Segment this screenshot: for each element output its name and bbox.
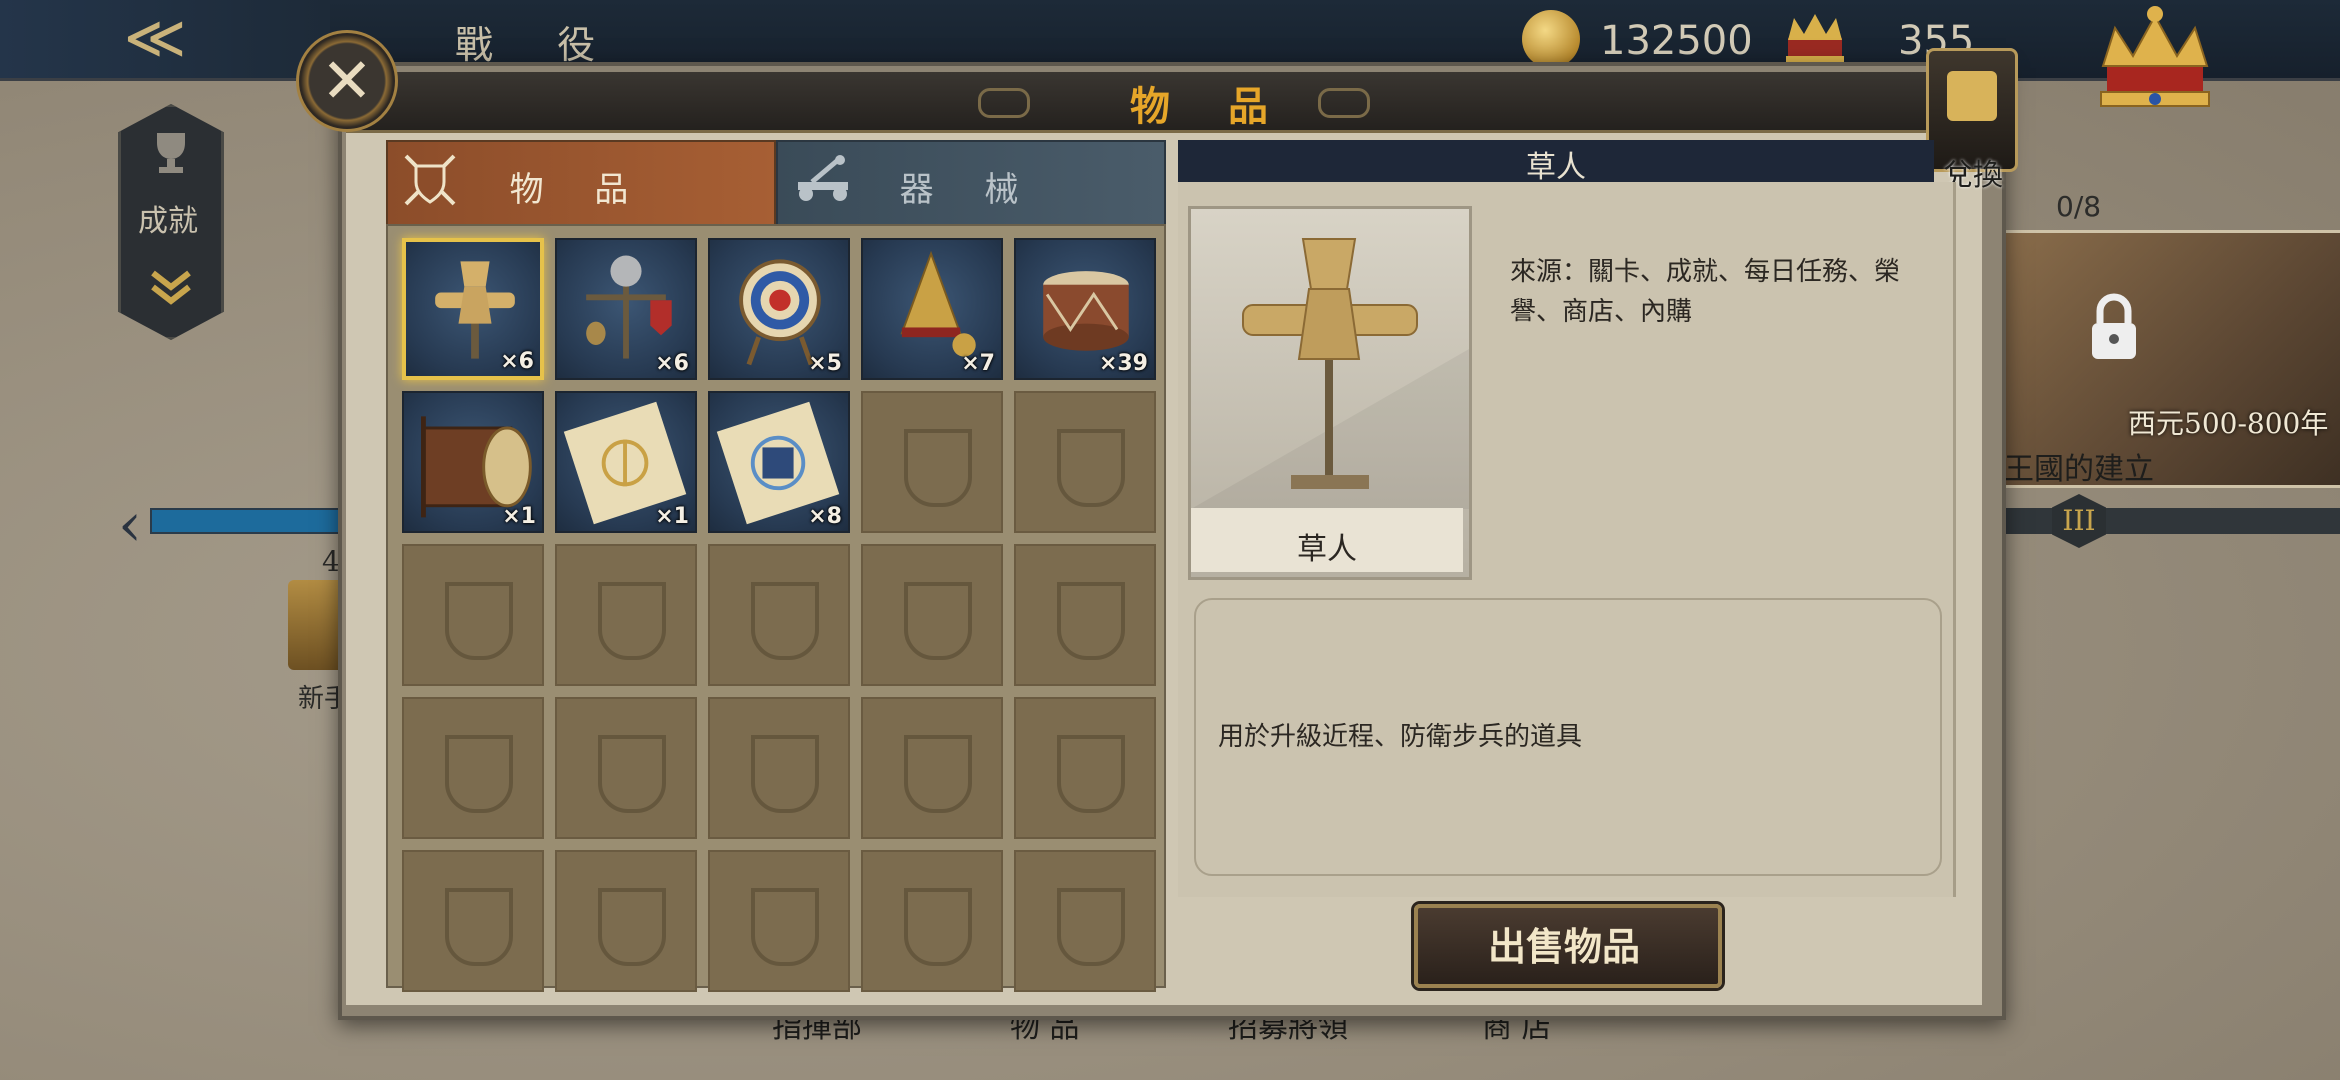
inventory-slot-empty [402,544,544,686]
inventory-slot-war-drum[interactable]: ×39 [1014,238,1156,380]
empty-shield-icon [598,888,666,966]
lock-icon [2092,293,2136,359]
inventory-slot-empty [402,850,544,992]
inventory-slot-empty [708,697,850,839]
inventory-slot-empty [1014,391,1156,533]
item-description: 用於升級近程、防衛步兵的道具 [1218,722,1583,752]
crown-icon [1786,14,1844,64]
empty-shield-icon [445,735,513,813]
inventory-slot-big-drum[interactable]: ×1 [402,391,544,533]
inventory-slot-empty [1014,850,1156,992]
inventory-slot-anchor-scroll[interactable]: ×1 [555,391,697,533]
inventory-slot-spiked-helmet[interactable]: ×7 [861,238,1003,380]
inventory-slot-empty [861,697,1003,839]
inventory-slot-armor-stand[interactable]: ×6 [555,238,697,380]
era-progress-bar [2000,508,2340,534]
empty-shield-icon [1057,888,1125,966]
achievements-label: 成就 [138,204,198,239]
empty-shield-icon [904,429,972,507]
empty-shield-icon [751,888,819,966]
item-quantity: ×8 [808,504,842,529]
detail-item-name: 草人 [1526,150,1586,185]
straw-dummy-icon [1191,238,1469,509]
modal-title: 物 品 [1130,83,1290,130]
header-ornament-icon [978,88,1030,118]
progress-bar [150,508,354,534]
inventory-slot-empty [708,850,850,992]
screen-title: 戰 役 [455,23,622,67]
item-quantity: ×7 [961,351,995,376]
portrait-name: 草人 [1297,532,1357,567]
era-years: 西元500-800年 [2128,407,2329,440]
inventory-slot-armor-scroll[interactable]: ×8 [708,391,850,533]
item-quantity: ×39 [1098,351,1148,376]
empty-shield-icon [1057,735,1125,813]
inventory-slot-archery-target[interactable]: ×5 [708,238,850,380]
gold-amount: 132500 [1600,18,1753,64]
empty-shield-icon [598,582,666,660]
item-quantity: ×6 [500,349,534,374]
left-arrow-icon[interactable]: ‹ [118,490,142,560]
empty-shield-icon [751,582,819,660]
inventory-slot-empty [861,850,1003,992]
puzzle-piece-icon [1947,71,1997,121]
empty-shield-icon [904,888,972,966]
stage-count: 0/8 [2056,190,2102,223]
inventory-grid: ×6 ×6 ×5 ×7 ×39 ×1 ×1 ×8 [386,224,1166,992]
inventory-slot-empty [402,697,544,839]
inventory-slot-empty [1014,697,1156,839]
inventory-slot-empty [861,391,1003,533]
item-quantity: ×6 [655,351,689,376]
empty-shield-icon [598,735,666,813]
tab-items-label: 物 品 [509,170,649,210]
inventory-slot-empty [555,850,697,992]
sell-item-label: 出售物品 [1487,924,1640,969]
empty-shield-icon [1057,582,1125,660]
gold-coin-icon [1522,10,1580,68]
item-quantity: ×1 [502,504,536,529]
inventory-slot-straw-dummy[interactable]: ×6 [402,238,544,380]
inventory-slot-empty [1014,544,1156,686]
empty-shield-icon [445,888,513,966]
empty-shield-icon [751,735,819,813]
empty-shield-icon [904,582,972,660]
close-button[interactable]: ✕ [296,30,398,132]
trophy-icon [157,133,185,173]
empty-shield-icon [1057,429,1125,507]
tab-machines-label: 器 械 [899,170,1039,210]
inventory-slot-empty [555,544,697,686]
item-quantity: ×1 [655,504,689,529]
chevron-down-icon [151,270,191,305]
era-caption: 王國的建立 [2004,452,2154,487]
inventory-slot-empty [555,697,697,839]
empty-shield-icon [445,582,513,660]
royal-crown-icon[interactable] [2085,4,2225,114]
item-source: 來源：關卡、成就、每日任務、榮譽、商店、內購 [1510,257,1901,327]
item-quantity: ×5 [808,351,842,376]
back-chevron-icon[interactable]: ≪ [110,8,200,68]
empty-shield-icon [904,735,972,813]
close-icon: ✕ [321,44,373,117]
inventory-slot-empty [708,544,850,686]
inventory-slot-empty [861,544,1003,686]
